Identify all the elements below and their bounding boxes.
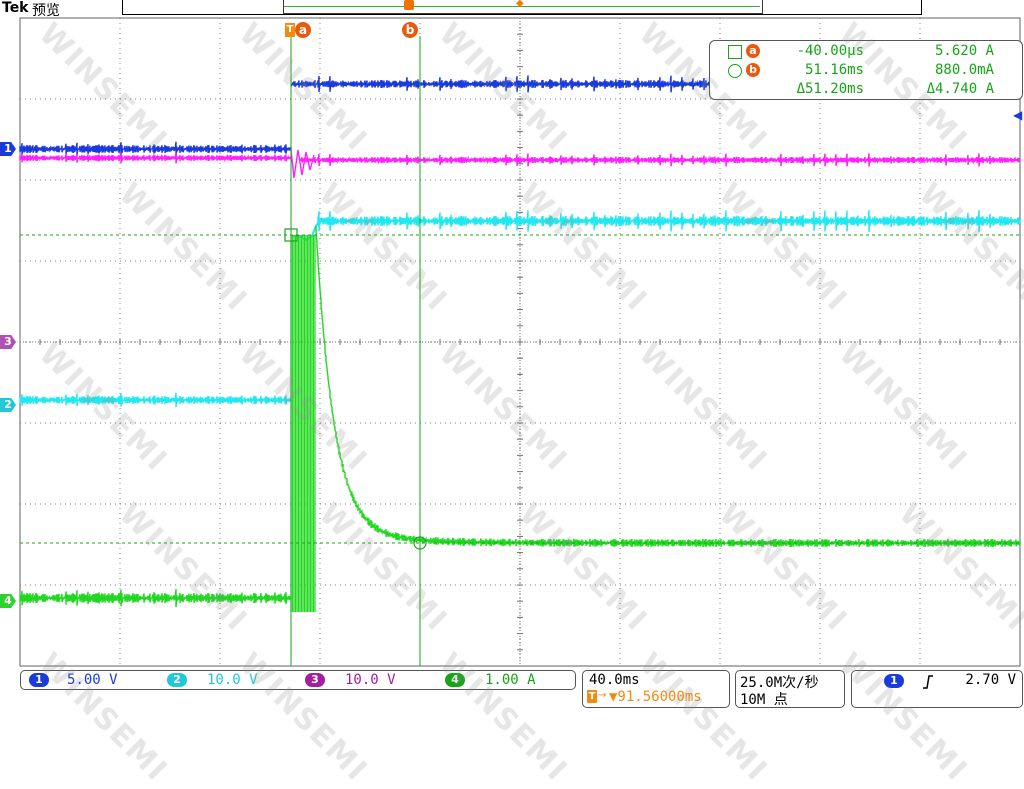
delta-time: Δ51.20ms [796, 81, 864, 97]
timebase-scale: 40.0ms [589, 672, 640, 688]
readout-row-delta: Δ51.20ms Δ4.740 A [710, 81, 1022, 99]
channel-1-scale[interactable]: 5.00 V [67, 672, 118, 688]
readout-row-b: b 51.16ms 880.0mA [710, 62, 1022, 80]
cursor-b-time: 51.16ms [804, 62, 864, 78]
trigger-source-badge: 1 [884, 674, 904, 688]
channel-scale-bar[interactable]: 1 5.00 V 2 10.0 V 3 10.0 V 4 1.00 A [20, 670, 576, 690]
channel-1-badge[interactable]: 1 [29, 673, 49, 687]
settings-bar: 1 5.00 V 2 10.0 V 3 10.0 V 4 1.00 A 40.0… [0, 668, 1024, 768]
channel-3-scale[interactable]: 10.0 V [345, 672, 396, 688]
channel-4-scale[interactable]: 1.00 A [485, 672, 536, 688]
acquisition-panel[interactable]: 25.0M次/秒 10M 点 [735, 670, 845, 708]
cursor-a-badge[interactable]: a [295, 22, 311, 38]
trigger-tag-icon: T [587, 690, 597, 703]
record-length: 10M 点 [740, 692, 788, 708]
waveform-display[interactable] [0, 0, 1024, 668]
channel-4-inrush-burst [290, 235, 316, 612]
trigger-level-icon: ◀ [1013, 108, 1023, 122]
timebase-panel[interactable]: 40.0ms T → ▼91.56000ms [582, 670, 730, 708]
oscilloscope-screen: Tek 预览 ◆ T a b 1 3 2 4 ◀ a -40.00µs 5.62… [0, 0, 1024, 789]
cursor-a-label: a [746, 44, 760, 58]
trigger-position: ▼91.56000ms [609, 689, 702, 705]
graticule [19, 17, 1021, 667]
trigger-marker-icon: T [285, 23, 295, 37]
cursor-b-badge[interactable]: b [402, 22, 418, 38]
delta-value: Δ4.740 A [926, 81, 994, 97]
channel-4-trace-pre [19, 588, 291, 608]
channel-2-badge[interactable]: 2 [167, 673, 187, 687]
channel-2-trace-pre [19, 392, 292, 408]
channel-4-decay [315, 225, 1021, 548]
cursor-b-value: 880.0mA [934, 62, 994, 78]
readout-row-a: a -40.00µs 5.620 A [710, 43, 1022, 61]
channel-3-transient [290, 149, 315, 179]
channel-2-trace-post [317, 210, 1021, 232]
arrow-right-icon: → [598, 690, 607, 701]
channel-4-badge[interactable]: 4 [445, 673, 465, 687]
trigger-panel[interactable]: 1 2.70 V [851, 670, 1023, 708]
channel-3-trace-post [299, 153, 1021, 167]
cursor-a-value: 5.620 A [934, 43, 994, 59]
channel-3-badge[interactable]: 3 [305, 673, 325, 687]
cursor-readout: a -40.00µs 5.620 A b 51.16ms 880.0mA Δ51… [709, 40, 1023, 100]
cursor-b-label: b [746, 63, 760, 77]
channel-3-trace-pre [19, 152, 292, 164]
channel-1-trace-pre [19, 141, 292, 157]
cursor-a-time: -40.00µs [796, 43, 864, 59]
rising-edge-icon [923, 675, 933, 689]
circle-cursor-icon [728, 64, 742, 78]
square-cursor-icon [728, 45, 742, 59]
channel-2-scale[interactable]: 10.0 V [207, 672, 258, 688]
trigger-level: 2.70 V [965, 672, 1016, 688]
